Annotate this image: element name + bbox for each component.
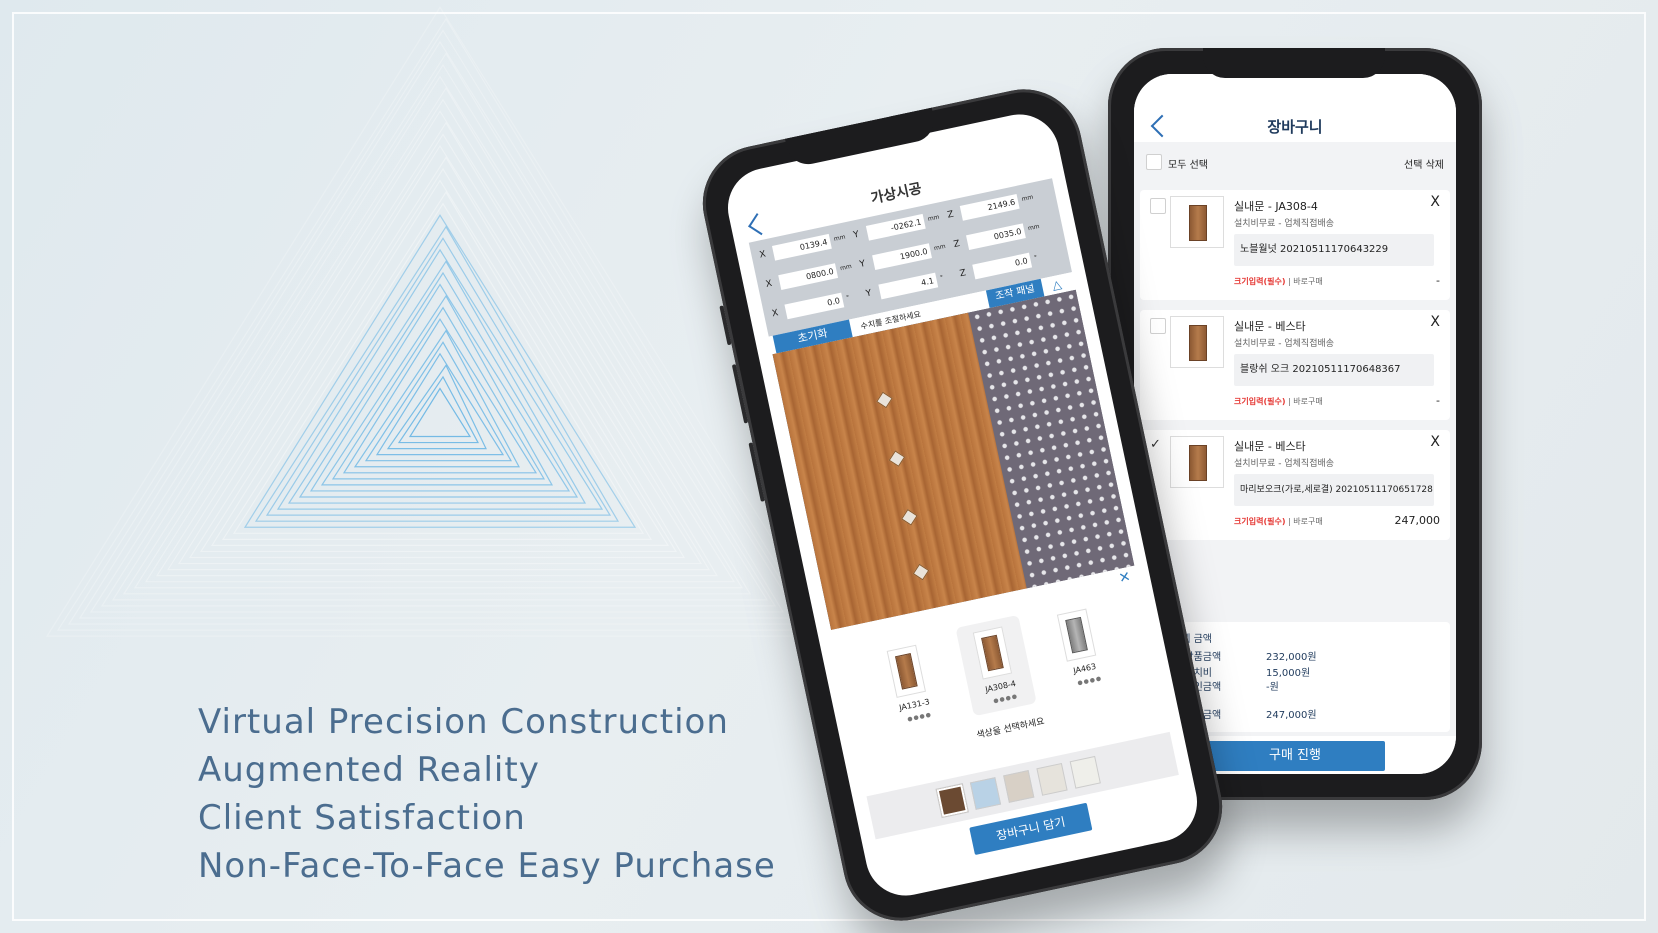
purchase-button[interactable]: 구매 진행 [1205, 741, 1385, 771]
cart-item: 실내문 - JA308-4 설치비무료 - 업체직접배송 X 노블월넛 2021… [1140, 190, 1450, 300]
door-code: JA463 [1072, 661, 1097, 676]
select-all-checkbox[interactable] [1146, 154, 1162, 170]
buy-now-link[interactable]: | 바로구매 [1288, 397, 1323, 406]
unit: mm [1021, 193, 1034, 203]
triangle-icon[interactable]: △ [1051, 277, 1063, 293]
item-price: - [1436, 394, 1440, 407]
door-thumbnail [1170, 436, 1224, 488]
door-ornament [901, 509, 918, 526]
payment-value: 15,000원 [1266, 668, 1311, 679]
z-label: Z [952, 238, 961, 251]
z-field[interactable]: 0.0 [972, 252, 1033, 280]
tagline-line: Virtual Precision Construction [198, 702, 729, 742]
size-input-link[interactable]: 크기입력(필수) | 바로구매 [1234, 516, 1323, 527]
payment-value: 232,000원 [1266, 652, 1317, 663]
x-label: X [764, 278, 774, 290]
close-icon[interactable]: ✕ [1117, 569, 1132, 587]
tagline: Virtual Precision Construction Augmented… [198, 698, 776, 890]
color-swatch[interactable] [969, 777, 1002, 810]
cart-item: ✓ 실내문 - 베스타 설치비무료 - 업체직접배송 X 마리보오크(가로,세로… [1140, 430, 1450, 540]
color-swatch[interactable] [1036, 762, 1068, 796]
item-name: 실내문 - 베스타 [1234, 320, 1306, 333]
item-price: - [1436, 274, 1440, 287]
door-option-image [1056, 608, 1097, 662]
item-option: 블랑쉬 오크 20210511170648367 [1234, 354, 1434, 386]
x-field[interactable]: 0800.0 [778, 263, 839, 290]
door-option-selected[interactable]: JA308-4 ●●●● [955, 614, 1037, 717]
door-code: JA308-4 [984, 678, 1017, 695]
size-input-link[interactable]: 크기입력(필수) | 바로구매 [1234, 276, 1323, 287]
size-input-link[interactable]: 크기입력(필수) | 바로구매 [1234, 396, 1323, 407]
y-field[interactable]: -0262.1 [865, 213, 926, 241]
unit: ° [845, 294, 851, 302]
door-ornament [876, 391, 893, 409]
door-option-image [972, 626, 1013, 680]
tagline-line: Client Satisfaction [198, 798, 526, 838]
door-ornament [888, 450, 906, 467]
z-field[interactable]: 2149.6 [959, 193, 1020, 221]
unit: mm [933, 242, 947, 253]
door-code: JA131-3 [898, 697, 931, 713]
door-option-image [886, 644, 927, 698]
z-label: Z [946, 209, 955, 221]
color-swatch[interactable] [1003, 770, 1035, 803]
item-shipping: 설치비무료 - 업체직접배송 [1234, 339, 1335, 349]
unit: mm [833, 233, 847, 243]
door-thumbnail [1170, 196, 1224, 248]
item-checkbox[interactable] [1150, 198, 1166, 214]
door-thumbnail [1170, 316, 1224, 368]
payment-value: 247,000원 [1266, 710, 1317, 721]
color-swatch[interactable] [1069, 755, 1101, 789]
remove-item-icon[interactable]: X [1430, 194, 1440, 210]
item-name: 실내문 - 베스타 [1234, 440, 1306, 453]
unit: ° [939, 274, 945, 282]
select-all-label[interactable]: 모두 선택 [1168, 156, 1208, 171]
unit: mm [927, 213, 941, 223]
buy-now-link[interactable]: | 바로구매 [1288, 517, 1323, 526]
select-row: 모두 선택 선택 삭제 [1134, 144, 1456, 180]
color-dots-icon: ●●●● [1076, 674, 1103, 687]
unit: mm [1027, 222, 1041, 233]
item-name: 실내문 - JA308-4 [1234, 200, 1318, 213]
color-dots-icon: ●●●● [992, 692, 1019, 705]
item-checkbox-checked[interactable]: ✓ [1150, 438, 1166, 454]
color-dots-icon: ●●●● [906, 711, 933, 724]
x-field[interactable]: 0139.4 [771, 233, 832, 261]
x-label: X [758, 249, 767, 261]
unit: ° [1033, 254, 1038, 262]
z-label: Z [958, 268, 968, 280]
y-field[interactable]: 4.1 [878, 272, 939, 300]
y-label: Y [858, 259, 867, 270]
y-label: Y [865, 288, 873, 300]
z-field[interactable]: 0035.0 [966, 223, 1026, 251]
item-option: 마리보오크(가로,세로결) 20210511170651728 [1234, 474, 1434, 506]
door-option[interactable]: JA463 ●●●● [1039, 596, 1121, 699]
buy-now-link[interactable]: | 바로구매 [1288, 277, 1323, 286]
door-option[interactable]: JA131-3 ●●●● [869, 633, 951, 735]
phone-notch [1203, 48, 1385, 78]
color-swatch[interactable] [936, 784, 968, 817]
item-option: 노블월넛 20210511170643229 [1234, 234, 1434, 266]
cart-header: 장바구니 [1134, 74, 1456, 142]
tagline-line: Augmented Reality [198, 750, 540, 790]
y-label: Y [852, 229, 861, 241]
x-field[interactable]: 0.0 [784, 292, 845, 320]
item-shipping: 설치비무료 - 업체직접배송 [1234, 219, 1335, 229]
y-field[interactable]: 1900.0 [872, 243, 932, 271]
tagline-line: Non-Face-To-Face Easy Purchase [198, 846, 776, 886]
remove-item-icon[interactable]: X [1430, 314, 1440, 330]
remove-item-icon[interactable]: X [1430, 434, 1440, 450]
unit: mm [839, 262, 853, 273]
cart-item: 실내문 - 베스타 설치비무료 - 업체직접배송 X 블랑쉬 오크 202105… [1140, 310, 1450, 420]
payment-value: -원 [1266, 682, 1279, 693]
item-shipping: 설치비무료 - 업체직접배송 [1234, 459, 1335, 469]
item-checkbox[interactable] [1150, 318, 1166, 334]
delete-selected-button[interactable]: 선택 삭제 [1404, 156, 1444, 171]
item-price: 247,000 [1394, 514, 1441, 527]
x-label: X [771, 308, 780, 320]
cart-title: 장바구니 [1267, 118, 1323, 136]
door-ornament [912, 563, 930, 581]
